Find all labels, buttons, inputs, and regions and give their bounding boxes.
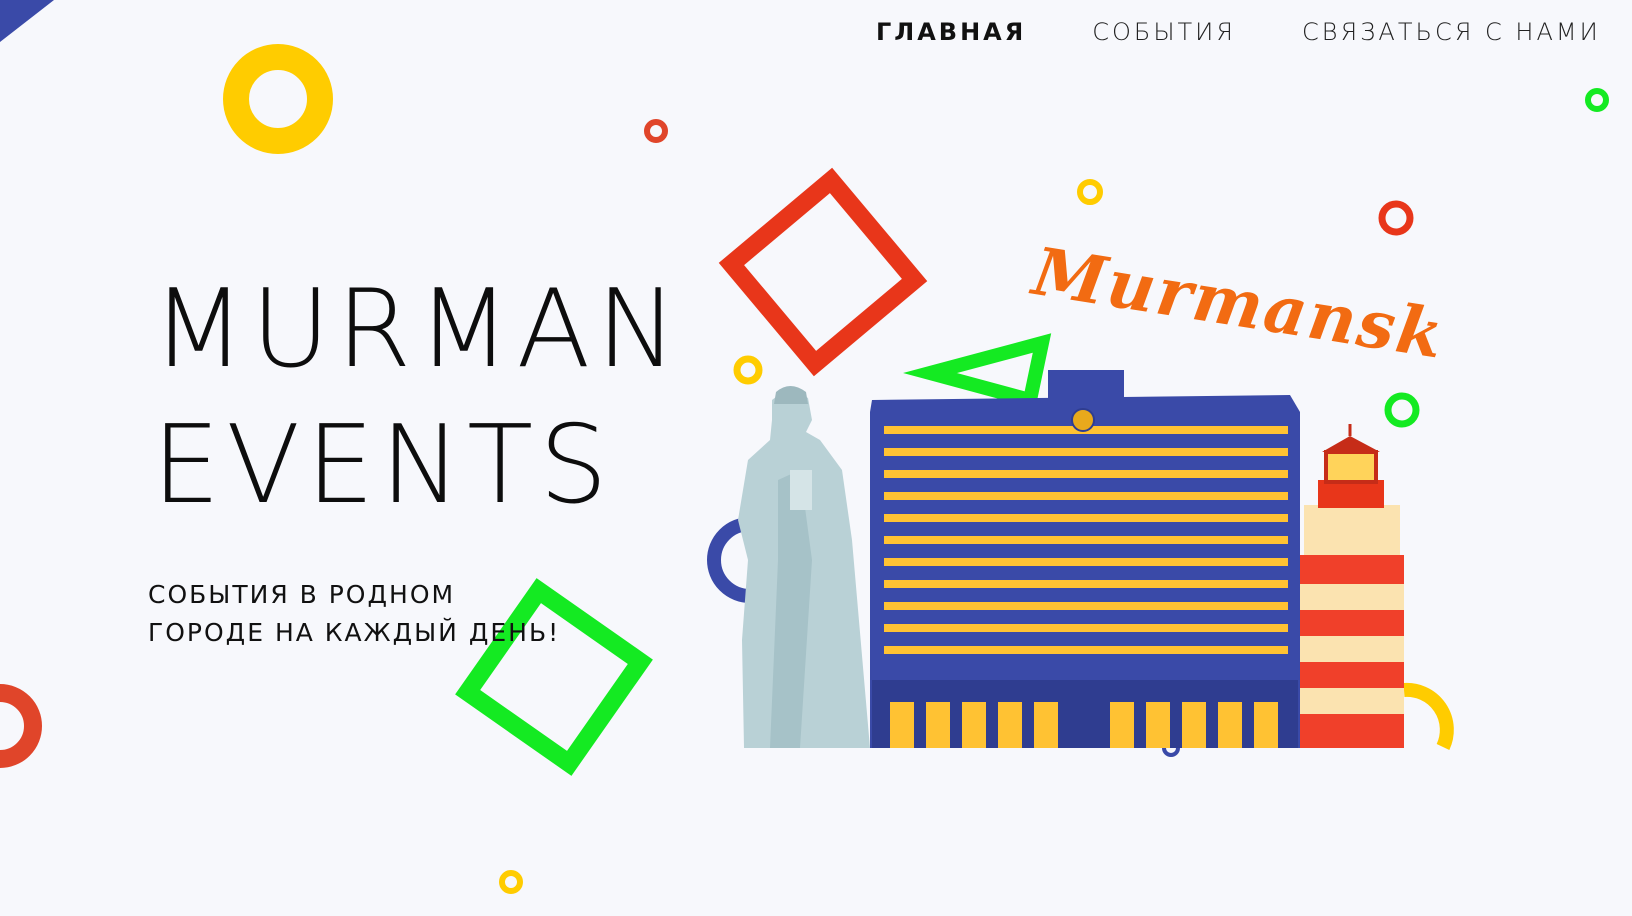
landing-page: ГЛАВНАЯ СОБЫТИЯ СВЯЗАТЬСЯ С НАМИ MURMAN … xyxy=(0,0,1632,916)
triangle-green xyxy=(903,333,1052,409)
hero-subtitle-line2: ГОРОДЕ НА КАЖДЫЙ ДЕНЬ! xyxy=(148,618,561,647)
city-illustration xyxy=(738,333,1404,748)
hero-subtitle-line1: СОБЫТИЯ В РОДНОМ xyxy=(148,580,456,609)
hero-subtitle: СОБЫТИЯ В РОДНОМ ГОРОДЕ НА КАЖДЫЙ ДЕНЬ! xyxy=(148,576,560,652)
lighthouse-icon xyxy=(1300,424,1404,748)
hotel-arctic-building-icon xyxy=(870,370,1300,748)
soldier-statue-icon xyxy=(738,386,870,748)
clock-icon xyxy=(1071,408,1095,432)
